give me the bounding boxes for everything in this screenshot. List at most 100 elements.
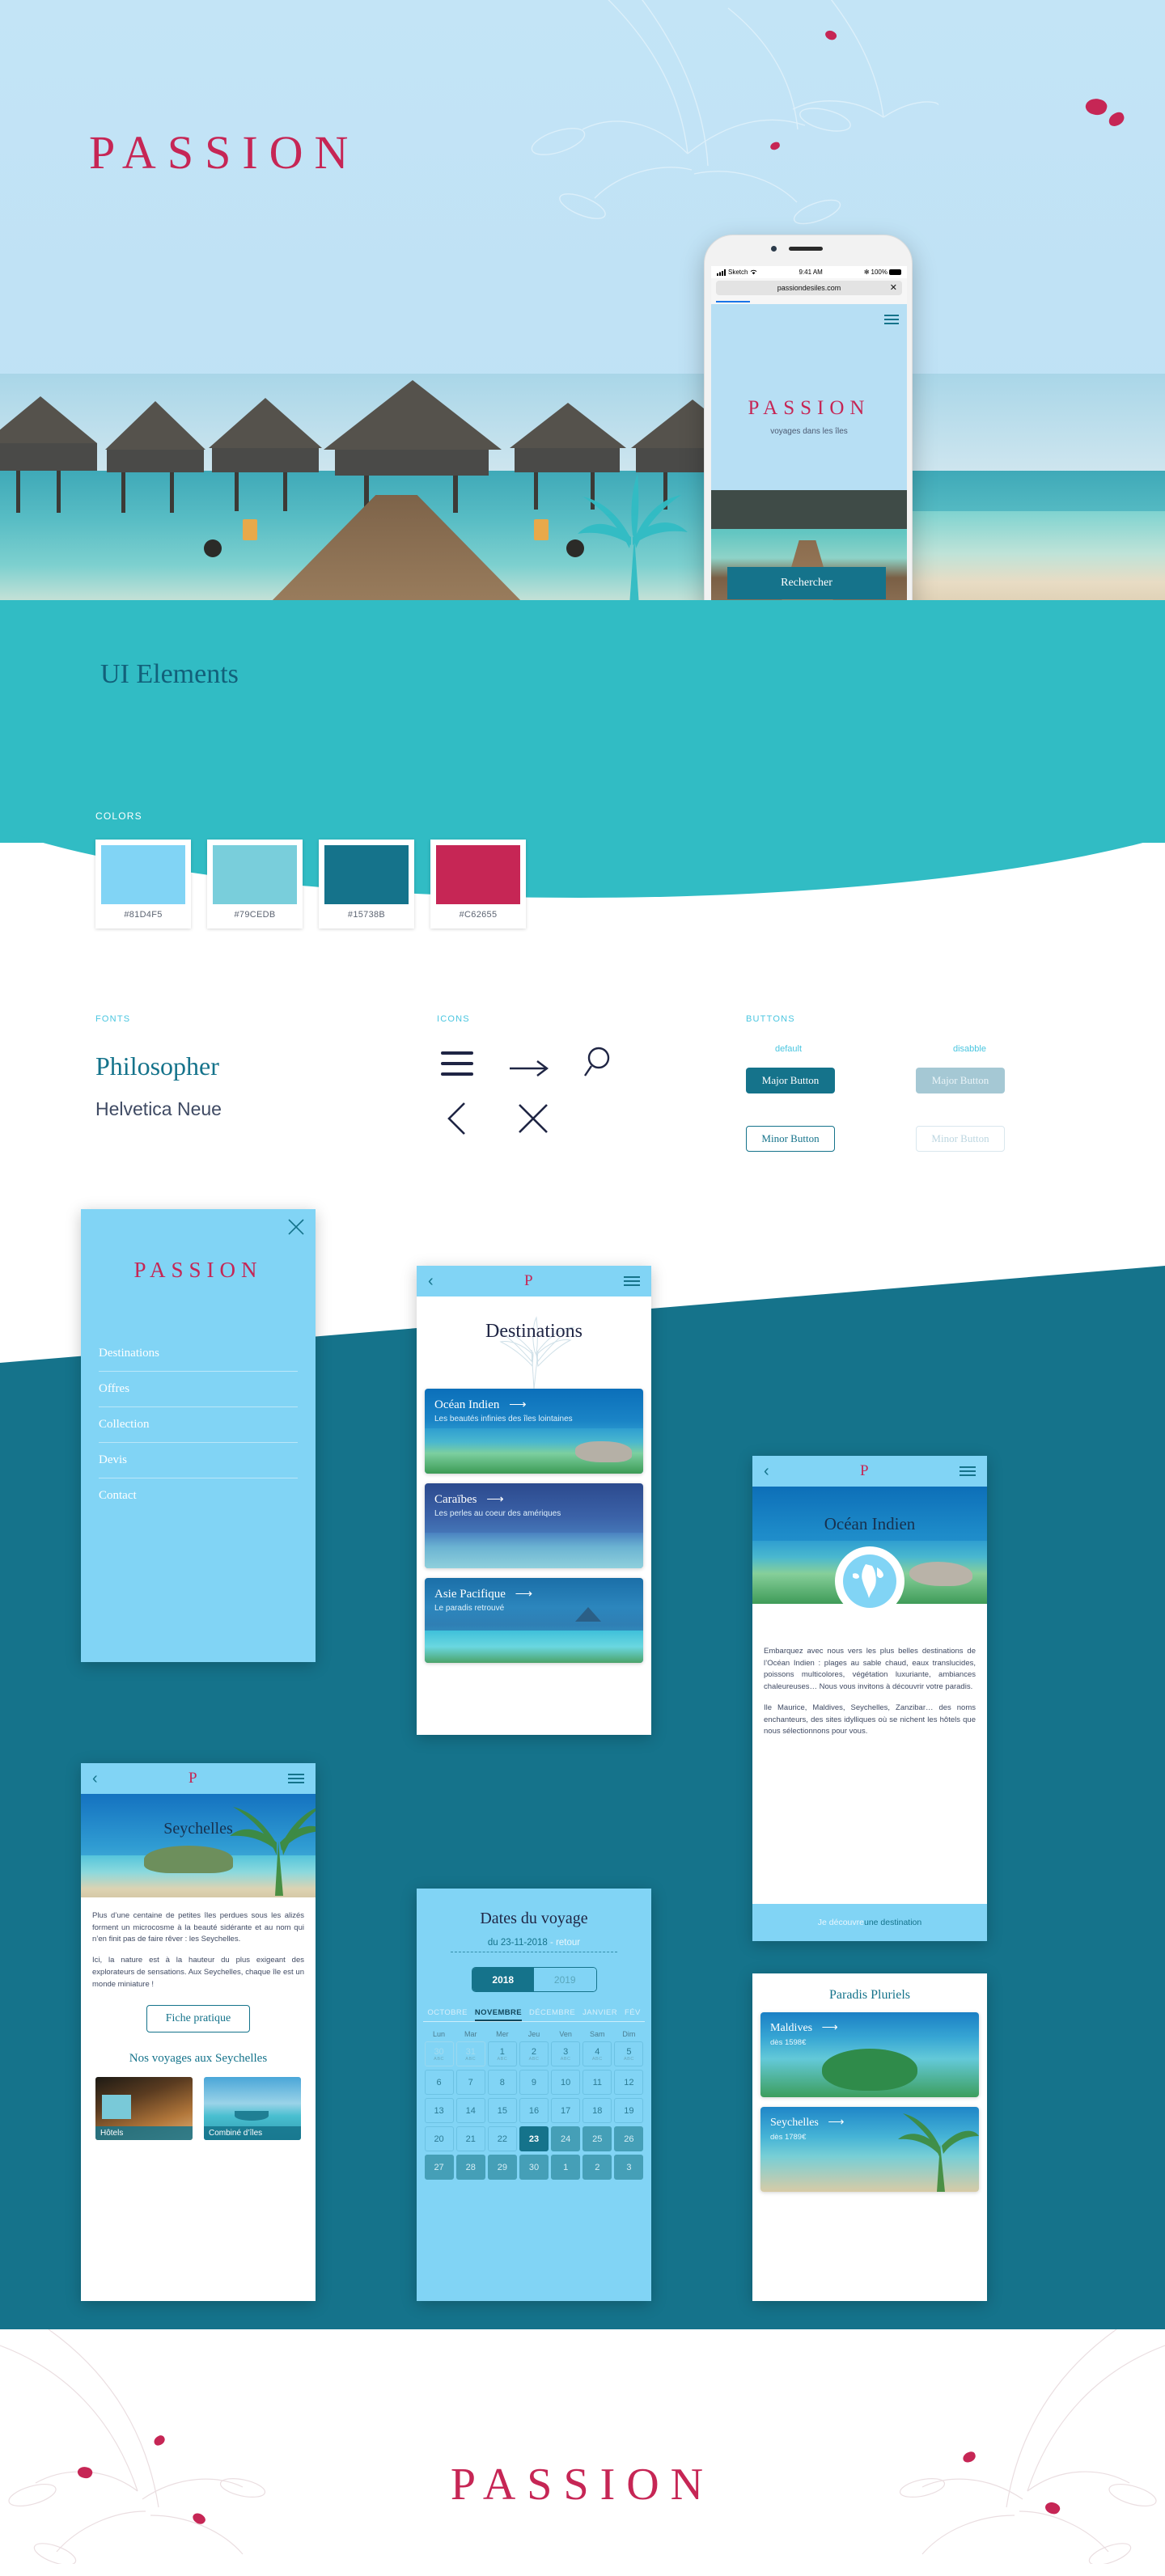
offers-screen: Paradis Pluriels Maldives ⟶ dès 1598€ Se… [752,1973,987,2301]
calendar-day-cell[interactable]: 19 [614,2098,644,2123]
calendar-day-cell[interactable]: 3 ABC [551,2041,581,2066]
brand-mark[interactable]: P [524,1272,533,1290]
year-toggle[interactable]: 2018 2019 [471,1967,597,1992]
calendar-day-cell[interactable]: 30 ABC [424,2041,454,2066]
calendar-day-cell[interactable]: 31 ABC [455,2041,485,2066]
card-label: Asie Pacifique ⟶ [434,1588,532,1601]
burger-icon[interactable] [884,312,899,327]
destination-card-caraibes[interactable]: Caraïbes ⟶ Les perles au coeur des améri… [425,1483,643,1568]
calendar-day-cell[interactable]: 14 [455,2098,485,2123]
calendar-day-cell[interactable]: 22 [487,2126,517,2151]
calendar-day-cell[interactable]: 27 [424,2155,454,2180]
offer-card-seychelles[interactable]: Seychelles ⟶ dès 1789€ [760,2107,979,2192]
arrow-right-icon[interactable] [510,1060,549,1077]
search-button[interactable]: Rechercher [727,567,886,599]
chevron-left-icon[interactable]: ‹ [764,1462,769,1481]
destination-card-ocean-indien[interactable]: Océan Indien ⟶ Les beautés infinies des … [425,1389,643,1474]
range-prefix: du [487,1938,501,1948]
calendar-day-cell[interactable]: 25 [582,2126,612,2151]
calendar-day-cell[interactable]: 12 [614,2070,644,2095]
month-tab-janvier[interactable]: JANVIER [582,2008,617,2021]
calendar-day-cell[interactable]: 20 [424,2126,454,2151]
calendar-day-cell[interactable]: 16 [519,2098,549,2123]
close-icon[interactable] [518,1103,549,1134]
calendar-day-cell[interactable]: 9 [519,2070,549,2095]
calendar-day-cell[interactable]: 8 [487,2070,517,2095]
url-label[interactable]: passiondesiles.com [777,284,841,292]
offer-card-maldives[interactable]: Maldives ⟶ dès 1598€ [760,2012,979,2097]
discover-destination-link[interactable]: Je découvre une destination [752,1904,987,1941]
calendar-day-cell[interactable]: 18 [582,2098,612,2123]
date-range-display[interactable]: du 23-11-2018 - retour [417,1938,651,1948]
calendar-day-cell[interactable]: 4 ABC [582,2041,612,2066]
calendar-day-cell[interactable]: 15 [487,2098,517,2123]
calendar-day-cell[interactable]: 29 [487,2155,517,2180]
chevron-left-icon[interactable] [447,1102,468,1136]
calendar-grid[interactable]: 30 ABC 31 ABC 1 ABC 2 ABC 3 ABC 4 ABC 5 ABC 6 7 8 9 10 11 12… [417,2041,651,2180]
year-option-2019[interactable]: 2019 [534,1968,596,1991]
calendar-day-cell[interactable]: 28 [455,2155,485,2180]
menu-item-devis[interactable]: Devis [99,1443,298,1478]
month-tab-novembre[interactable]: NOVEMBRE [474,2008,523,2021]
voyage-thumb-hotels[interactable]: Hôtels [95,2077,193,2141]
color-swatch[interactable]: #15738B [319,840,414,928]
burger-icon[interactable] [288,1771,304,1786]
destination-card-asie-pacifique[interactable]: Asie Pacifique ⟶ Le paradis retrouvé [425,1578,643,1663]
close-icon[interactable] [288,1219,304,1239]
year-option-2018[interactable]: 2018 [472,1968,534,1991]
calendar-day-cell[interactable]: 10 [551,2070,581,2095]
browser-bar[interactable]: passiondesiles.com ✕ [711,278,907,304]
calendar-day-cell[interactable]: 13 [424,2098,454,2123]
calendar-day-cell[interactable]: 11 [582,2070,612,2095]
button-state-disabled-label: disabble [953,1044,986,1054]
calendar-day-cell[interactable]: 21 [455,2126,485,2151]
calendar-day-cell[interactable]: 5 ABC [614,2041,644,2066]
calendar-day-cell[interactable]: 30 [519,2155,549,2180]
burger-icon[interactable] [624,1274,640,1288]
brand-mark[interactable]: P [860,1462,869,1480]
color-swatch[interactable]: #C62655 [430,840,526,928]
section-subtitle: Nos voyages aux Seychelles [129,2052,268,2066]
burger-icon[interactable] [441,1051,473,1083]
signal-icon [717,269,726,276]
calendar-day-cell[interactable]: 26 [614,2126,644,2151]
calendar-day-cell[interactable]: 1 [551,2155,581,2180]
calendar-day-cell[interactable]: 6 [424,2070,454,2095]
calendar-day-cell[interactable]: 24 [551,2126,581,2151]
voyage-thumb-combine-iles[interactable]: Combiné d’îles [204,2077,301,2141]
calendar-day-cell[interactable]: 23 [519,2126,549,2151]
menu-item-collection[interactable]: Collection [99,1407,298,1443]
burger-icon[interactable] [960,1464,976,1478]
calendar-day-cell[interactable]: 1 ABC [487,2041,517,2066]
calendar-day-cell[interactable]: 17 [551,2098,581,2123]
dow-label: Dim [622,2030,636,2038]
range-end-value[interactable]: retour [556,1938,580,1948]
calendar-day-sublabel: ABC [624,2056,634,2062]
month-tab-fevrier[interactable]: FÉV [625,2008,641,2021]
page-title: Paradis Pluriels [829,1988,910,2002]
minor-button-default[interactable]: Minor Button [746,1126,835,1152]
cta-link-label[interactable]: une destination [864,1918,921,1927]
month-strip[interactable]: OCTOBRE NOVEMBRE DÉCEMBRE JANVIER FÉV [417,2008,651,2021]
calendar-day-cell[interactable]: 2 [582,2155,612,2180]
menu-item-destinations[interactable]: Destinations [99,1336,298,1372]
thumb-caption: Hôtels [95,2126,193,2141]
calendar-day-cell[interactable]: 2 ABC [519,2041,549,2066]
chevron-left-icon[interactable]: ‹ [428,1272,434,1291]
close-icon[interactable]: ✕ [890,283,897,293]
brand-mark[interactable]: P [189,1770,197,1787]
range-start-value[interactable]: 23-11-2018 [501,1938,548,1948]
menu-item-contact[interactable]: Contact [99,1478,298,1513]
fiche-pratique-button[interactable]: Fiche pratique [146,2005,250,2033]
month-tab-decembre[interactable]: DÉCEMBRE [529,2008,575,2021]
chevron-left-icon[interactable]: ‹ [92,1770,98,1788]
color-swatch[interactable]: #79CEDB [207,840,303,928]
major-button-default[interactable]: Major Button [746,1068,835,1093]
calendar-day-cell[interactable]: 7 [455,2070,485,2095]
color-swatch[interactable]: #81D4F5 [95,840,191,928]
search-icon[interactable] [584,1045,616,1079]
font-primary-sample: Philosopher [95,1051,219,1081]
calendar-day-cell[interactable]: 3 [614,2155,644,2180]
menu-item-offres[interactable]: Offres [99,1372,298,1407]
month-tab-octobre[interactable]: OCTOBRE [427,2008,468,2021]
